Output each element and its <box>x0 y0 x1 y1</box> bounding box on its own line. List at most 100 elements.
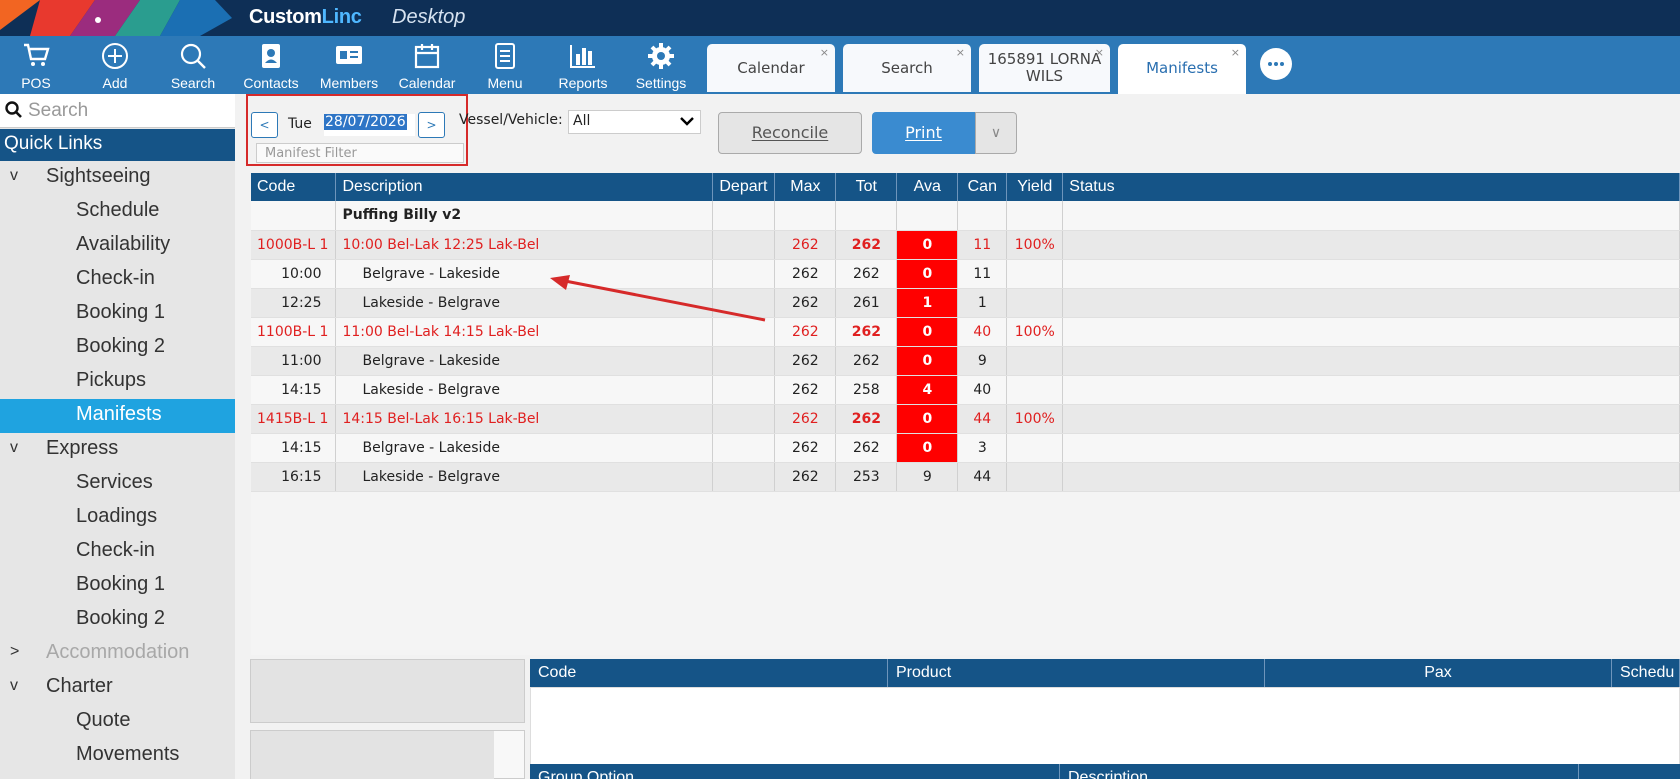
column-header[interactable]: Code <box>251 173 337 201</box>
cell-depart <box>712 433 776 463</box>
nav-item-express-booking-2[interactable]: Booking 2 <box>0 603 235 637</box>
column-header[interactable]: Description <box>1060 764 1579 779</box>
close-tab-icon[interactable]: × <box>1095 46 1104 59</box>
nav-group-accommodation[interactable]: > Accommodation <box>0 637 235 671</box>
cell-desc: Belgrave - Lakeside <box>335 433 714 463</box>
nav-item-booking-1[interactable]: Booking 1 <box>0 297 235 331</box>
nav-item-quote[interactable]: Quote <box>0 705 235 739</box>
close-tab-icon[interactable]: × <box>956 46 965 59</box>
cell-code: 11:00 <box>251 346 337 376</box>
column-header[interactable]: Yield <box>1006 173 1064 201</box>
next-date-button[interactable]: > <box>418 112 445 138</box>
nav-item-check-in[interactable]: Check-in <box>0 263 235 297</box>
column-header[interactable]: Product <box>888 659 1265 687</box>
sidebar: Search Quick Links v Sightseeing Schedule… <box>0 94 235 779</box>
leg-row[interactable]: 10:00 Belgrave - Lakeside 262 262 0 11 <box>251 259 1680 289</box>
schedule-row[interactable]: 1100B-L 1 11:00 Bel-Lak 14:15 Lak-Bel 262 2… <box>251 317 1680 347</box>
column-header[interactable]: Schedu <box>1612 659 1680 687</box>
tab-calendar[interactable]: × Calendar <box>707 44 835 92</box>
members-button[interactable]: Members <box>316 36 382 94</box>
tab-customer-record[interactable]: × 165891 LORNA WILS <box>979 44 1110 92</box>
cell-desc: 14:15 Bel-Lak 16:15 Lak-Bel <box>335 404 714 434</box>
nav-group-sightseeing[interactable]: v Sightseeing <box>0 161 235 195</box>
nav-item-express-check-in[interactable]: Check-in <box>0 535 235 569</box>
nav-item-availability[interactable]: Availability <box>0 229 235 263</box>
cell-yield <box>1006 346 1064 376</box>
nav-item-pickups[interactable]: Pickups <box>0 365 235 399</box>
settings-button[interactable]: Settings <box>630 36 692 94</box>
search-button[interactable]: Search <box>166 36 220 94</box>
column-header[interactable]: Max <box>774 173 837 201</box>
close-tab-icon[interactable]: × <box>1231 46 1240 59</box>
contacts-button[interactable]: Contacts <box>240 36 302 94</box>
more-tabs-button[interactable] <box>1260 48 1292 80</box>
nav-item-schedule[interactable]: Schedule <box>0 195 235 229</box>
column-header[interactable]: Can <box>957 173 1008 201</box>
leg-row[interactable]: 11:00 Belgrave - Lakeside 262 262 0 9 <box>251 346 1680 376</box>
cell-can: 40 <box>957 317 1008 347</box>
search-icon <box>180 43 206 69</box>
menu-button[interactable]: Menu <box>480 36 530 94</box>
add-button[interactable]: Add <box>90 36 140 94</box>
nav-group-charter[interactable]: v Charter <box>0 671 235 705</box>
chevron-down-icon: v <box>10 167 18 184</box>
annotation-arrow <box>550 275 766 322</box>
manifest-filter-input[interactable]: Manifest Filter <box>256 143 464 163</box>
nav-item-booking-2[interactable]: Booking 2 <box>0 331 235 365</box>
reconcile-button[interactable]: Reconcile <box>718 112 862 154</box>
cell-yield: 100% <box>1006 230 1064 260</box>
leg-row[interactable]: 16:15 Lakeside - Belgrave 262 253 9 44 <box>251 462 1680 492</box>
column-header[interactable]: Status <box>1062 173 1680 201</box>
table-header: Code Description Depart Max Tot Ava Can … <box>251 173 1680 201</box>
column-header[interactable]: Description <box>335 173 714 201</box>
nav-item-movements[interactable]: Movements <box>0 739 235 773</box>
cell-max: 262 <box>774 288 837 318</box>
calendar-button[interactable]: Calendar <box>394 36 460 94</box>
leg-row[interactable]: 14:15 Belgrave - Lakeside 262 262 0 3 <box>251 433 1680 463</box>
cell-can: 9 <box>957 346 1008 376</box>
cell-ava: 1 <box>896 288 959 318</box>
reports-button[interactable]: Reports <box>553 36 613 94</box>
column-header[interactable]: Group Option <box>530 764 1060 779</box>
tab-manifests[interactable]: × Manifests <box>1118 44 1246 94</box>
cart-icon <box>24 43 50 66</box>
pos-button[interactable]: POS <box>12 36 60 94</box>
print-options-dropdown[interactable]: ∨ <box>975 112 1017 154</box>
nav-group-express[interactable]: v Express <box>0 433 235 467</box>
member-card-icon <box>336 46 362 64</box>
column-header[interactable]: Code <box>530 659 888 687</box>
close-tab-icon[interactable]: × <box>820 46 829 59</box>
cell-max: 262 <box>774 230 837 260</box>
nav-item-manifests[interactable]: Manifests <box>0 399 235 433</box>
date-input[interactable]: 28/07/2026 <box>324 114 415 136</box>
group-header-row[interactable]: Puffing Billy v2 <box>251 201 1680 231</box>
sidebar-search-input[interactable]: Search <box>0 94 235 128</box>
previous-date-button[interactable]: < <box>251 112 278 138</box>
cell-status <box>1062 288 1680 318</box>
vessel-select[interactable]: All <box>568 110 701 134</box>
leg-row[interactable]: 14:15 Lakeside - Belgrave 262 258 4 40 <box>251 375 1680 405</box>
column-header[interactable]: Pax <box>1265 659 1612 687</box>
cell-status <box>1062 346 1680 376</box>
nav-item-express-booking-1[interactable]: Booking 1 <box>0 569 235 603</box>
nav-item-loadings[interactable]: Loadings <box>0 501 235 535</box>
main-toolbar: POS Add Search Contacts Members Calendar… <box>0 36 1680 94</box>
leg-row[interactable]: 12:25 Lakeside - Belgrave 262 261 1 1 <box>251 288 1680 318</box>
cell-depart <box>712 462 776 492</box>
column-header[interactable]: Ava <box>896 173 959 201</box>
cell-code: 14:15 <box>251 375 337 405</box>
column-header[interactable]: Tot <box>835 173 898 201</box>
cell-status <box>1062 317 1680 347</box>
cell-tot: 262 <box>835 433 898 463</box>
schedule-row[interactable]: 1000B-L 1 10:00 Bel-Lak 12:25 Lak-Bel 262 2… <box>251 230 1680 260</box>
print-button[interactable]: Print <box>872 112 975 154</box>
tab-search[interactable]: × Search <box>843 44 971 92</box>
column-header[interactable]: Depart <box>712 173 776 201</box>
cell-status <box>1062 259 1680 289</box>
group-title: Puffing Billy v2 <box>335 201 714 231</box>
schedule-row[interactable]: 1415B-L 1 14:15 Bel-Lak 16:15 Lak-Bel 262 2… <box>251 404 1680 434</box>
cell-desc: Lakeside - Belgrave <box>335 462 714 492</box>
cell-tot: 262 <box>835 259 898 289</box>
search-icon <box>5 101 22 118</box>
nav-item-services[interactable]: Services <box>0 467 235 501</box>
